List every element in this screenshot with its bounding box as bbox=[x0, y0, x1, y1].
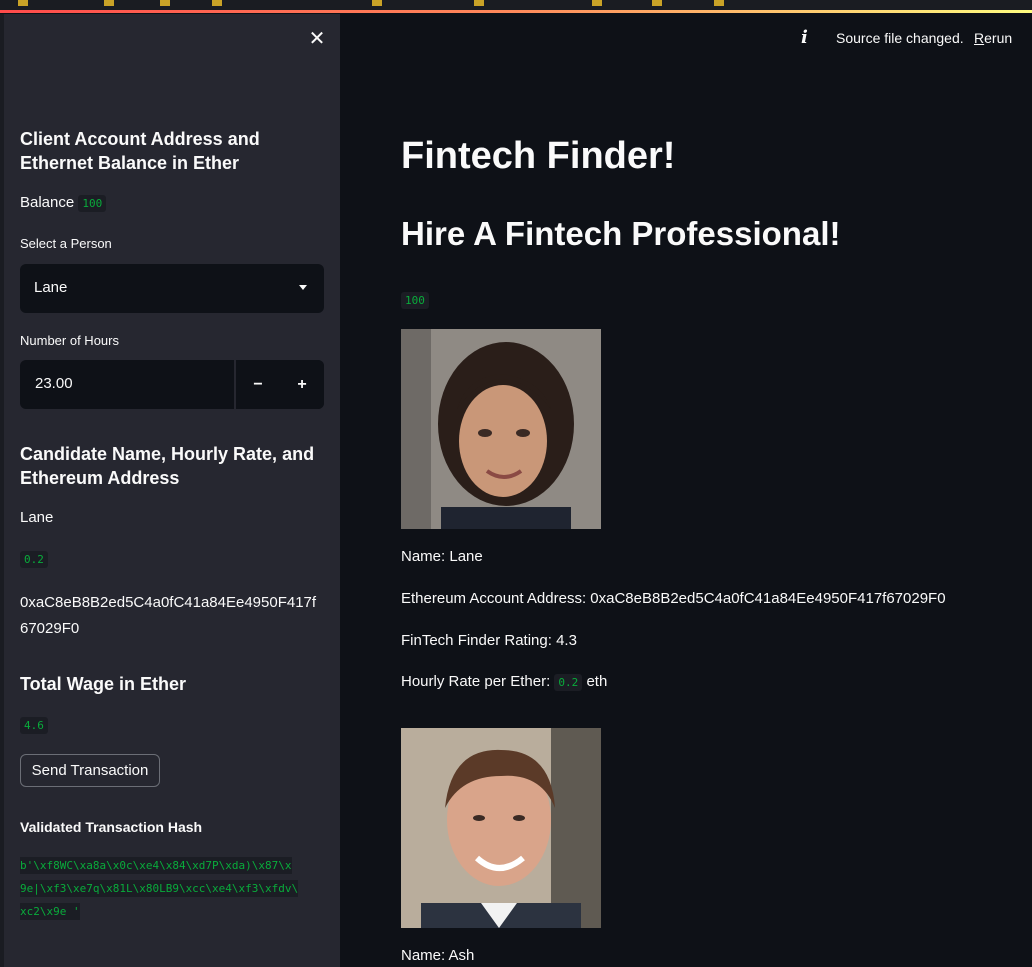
increment-button[interactable]: + bbox=[280, 360, 324, 409]
hash-line: 9e|\xf3\xe7q\x81L\x80LB9\xcc\xe4\xf3\xfd… bbox=[20, 880, 299, 897]
decoration-mark bbox=[372, 0, 382, 6]
total-wage-value: 4.6 bbox=[20, 717, 48, 734]
close-icon[interactable]: ✕ bbox=[308, 29, 326, 49]
decoration-mark bbox=[592, 0, 602, 6]
candidate-rating-line: FinTech Finder Rating: 4.3 bbox=[401, 632, 577, 649]
main-balance-value: 100 bbox=[401, 292, 429, 309]
decoration-mark bbox=[714, 0, 724, 6]
hash-line: xc2\x9e ' bbox=[20, 903, 80, 920]
candidate-rate-line: Hourly Rate per Ether: 0.2 eth bbox=[401, 672, 607, 693]
decoration-mark bbox=[212, 0, 222, 6]
candidate-photo-lane bbox=[401, 329, 601, 529]
transaction-hash: b'\xf8WC\xa8a\x0c\xe4\x84\xd7P\xda)\x87\… bbox=[20, 854, 322, 923]
decoration-mark bbox=[652, 0, 662, 6]
decoration-mark bbox=[104, 0, 114, 6]
rerun-button[interactable]: Rerun bbox=[974, 30, 1012, 46]
total-wage-heading: Total Wage in Ether bbox=[20, 674, 187, 694]
sidebar: ✕ Client Account Address and Ethernet Ba… bbox=[4, 14, 340, 967]
select-person-label: Select a Person bbox=[20, 236, 112, 251]
balance-label: Balance bbox=[20, 194, 75, 211]
hours-number-input[interactable]: 23.00 − + bbox=[20, 360, 324, 409]
balance-row: Balance 100 bbox=[20, 193, 107, 214]
hours-label: Number of Hours bbox=[20, 333, 119, 348]
header-stripe bbox=[0, 10, 1032, 13]
candidate-name-line: Name: Lane bbox=[401, 548, 483, 565]
page-title: Fintech Finder! bbox=[401, 135, 676, 177]
portrait-man-image bbox=[401, 728, 601, 928]
decoration-mark bbox=[160, 0, 170, 6]
hours-value[interactable]: 23.00 bbox=[35, 375, 73, 392]
rate-value: 0.2 bbox=[554, 674, 583, 691]
decrement-button[interactable]: − bbox=[236, 360, 280, 409]
person-select[interactable]: Lane bbox=[20, 264, 324, 313]
account-heading: Client Account Address and Ethernet Bala… bbox=[20, 129, 260, 173]
rerun-label: erun bbox=[984, 30, 1013, 46]
candidate-heading: Candidate Name, Hourly Rate, and Ethereu… bbox=[20, 444, 315, 488]
status-text: Source file changed. bbox=[836, 30, 964, 46]
person-select-value: Lane bbox=[34, 279, 68, 296]
candidate-name: Lane bbox=[20, 509, 54, 526]
send-transaction-button[interactable]: Send Transaction bbox=[20, 754, 160, 787]
candidate-photo-ash bbox=[401, 728, 601, 928]
portrait-woman-image bbox=[401, 329, 601, 529]
decoration-mark bbox=[18, 0, 28, 6]
chevron-down-icon bbox=[299, 285, 307, 290]
candidate-rate: 0.2 bbox=[20, 551, 48, 568]
page-subtitle: Hire A Fintech Professional! bbox=[401, 215, 841, 252]
candidate-address-line: Ethereum Account Address: 0xaC8eB8B2ed5C… bbox=[401, 590, 946, 607]
candidate-name-line: Name: Ash bbox=[401, 947, 475, 964]
info-icon: i bbox=[801, 27, 808, 48]
decoration-mark bbox=[474, 0, 484, 6]
top-decoration-bar bbox=[0, 0, 1032, 13]
hash-heading: Validated Transaction Hash bbox=[20, 819, 203, 835]
candidate-address: 0xaC8eB8B2ed5C4a0fC41a84Ee4950F417f67029… bbox=[20, 594, 317, 637]
rerun-hotkey: R bbox=[974, 30, 985, 46]
hash-line: b'\xf8WC\xa8a\x0c\xe4\x84\xd7P\xda)\x87\… bbox=[20, 857, 292, 874]
rate-suffix: eth bbox=[586, 673, 608, 690]
balance-value: 100 bbox=[78, 195, 107, 212]
rate-prefix: Hourly Rate per Ether: bbox=[401, 673, 551, 690]
